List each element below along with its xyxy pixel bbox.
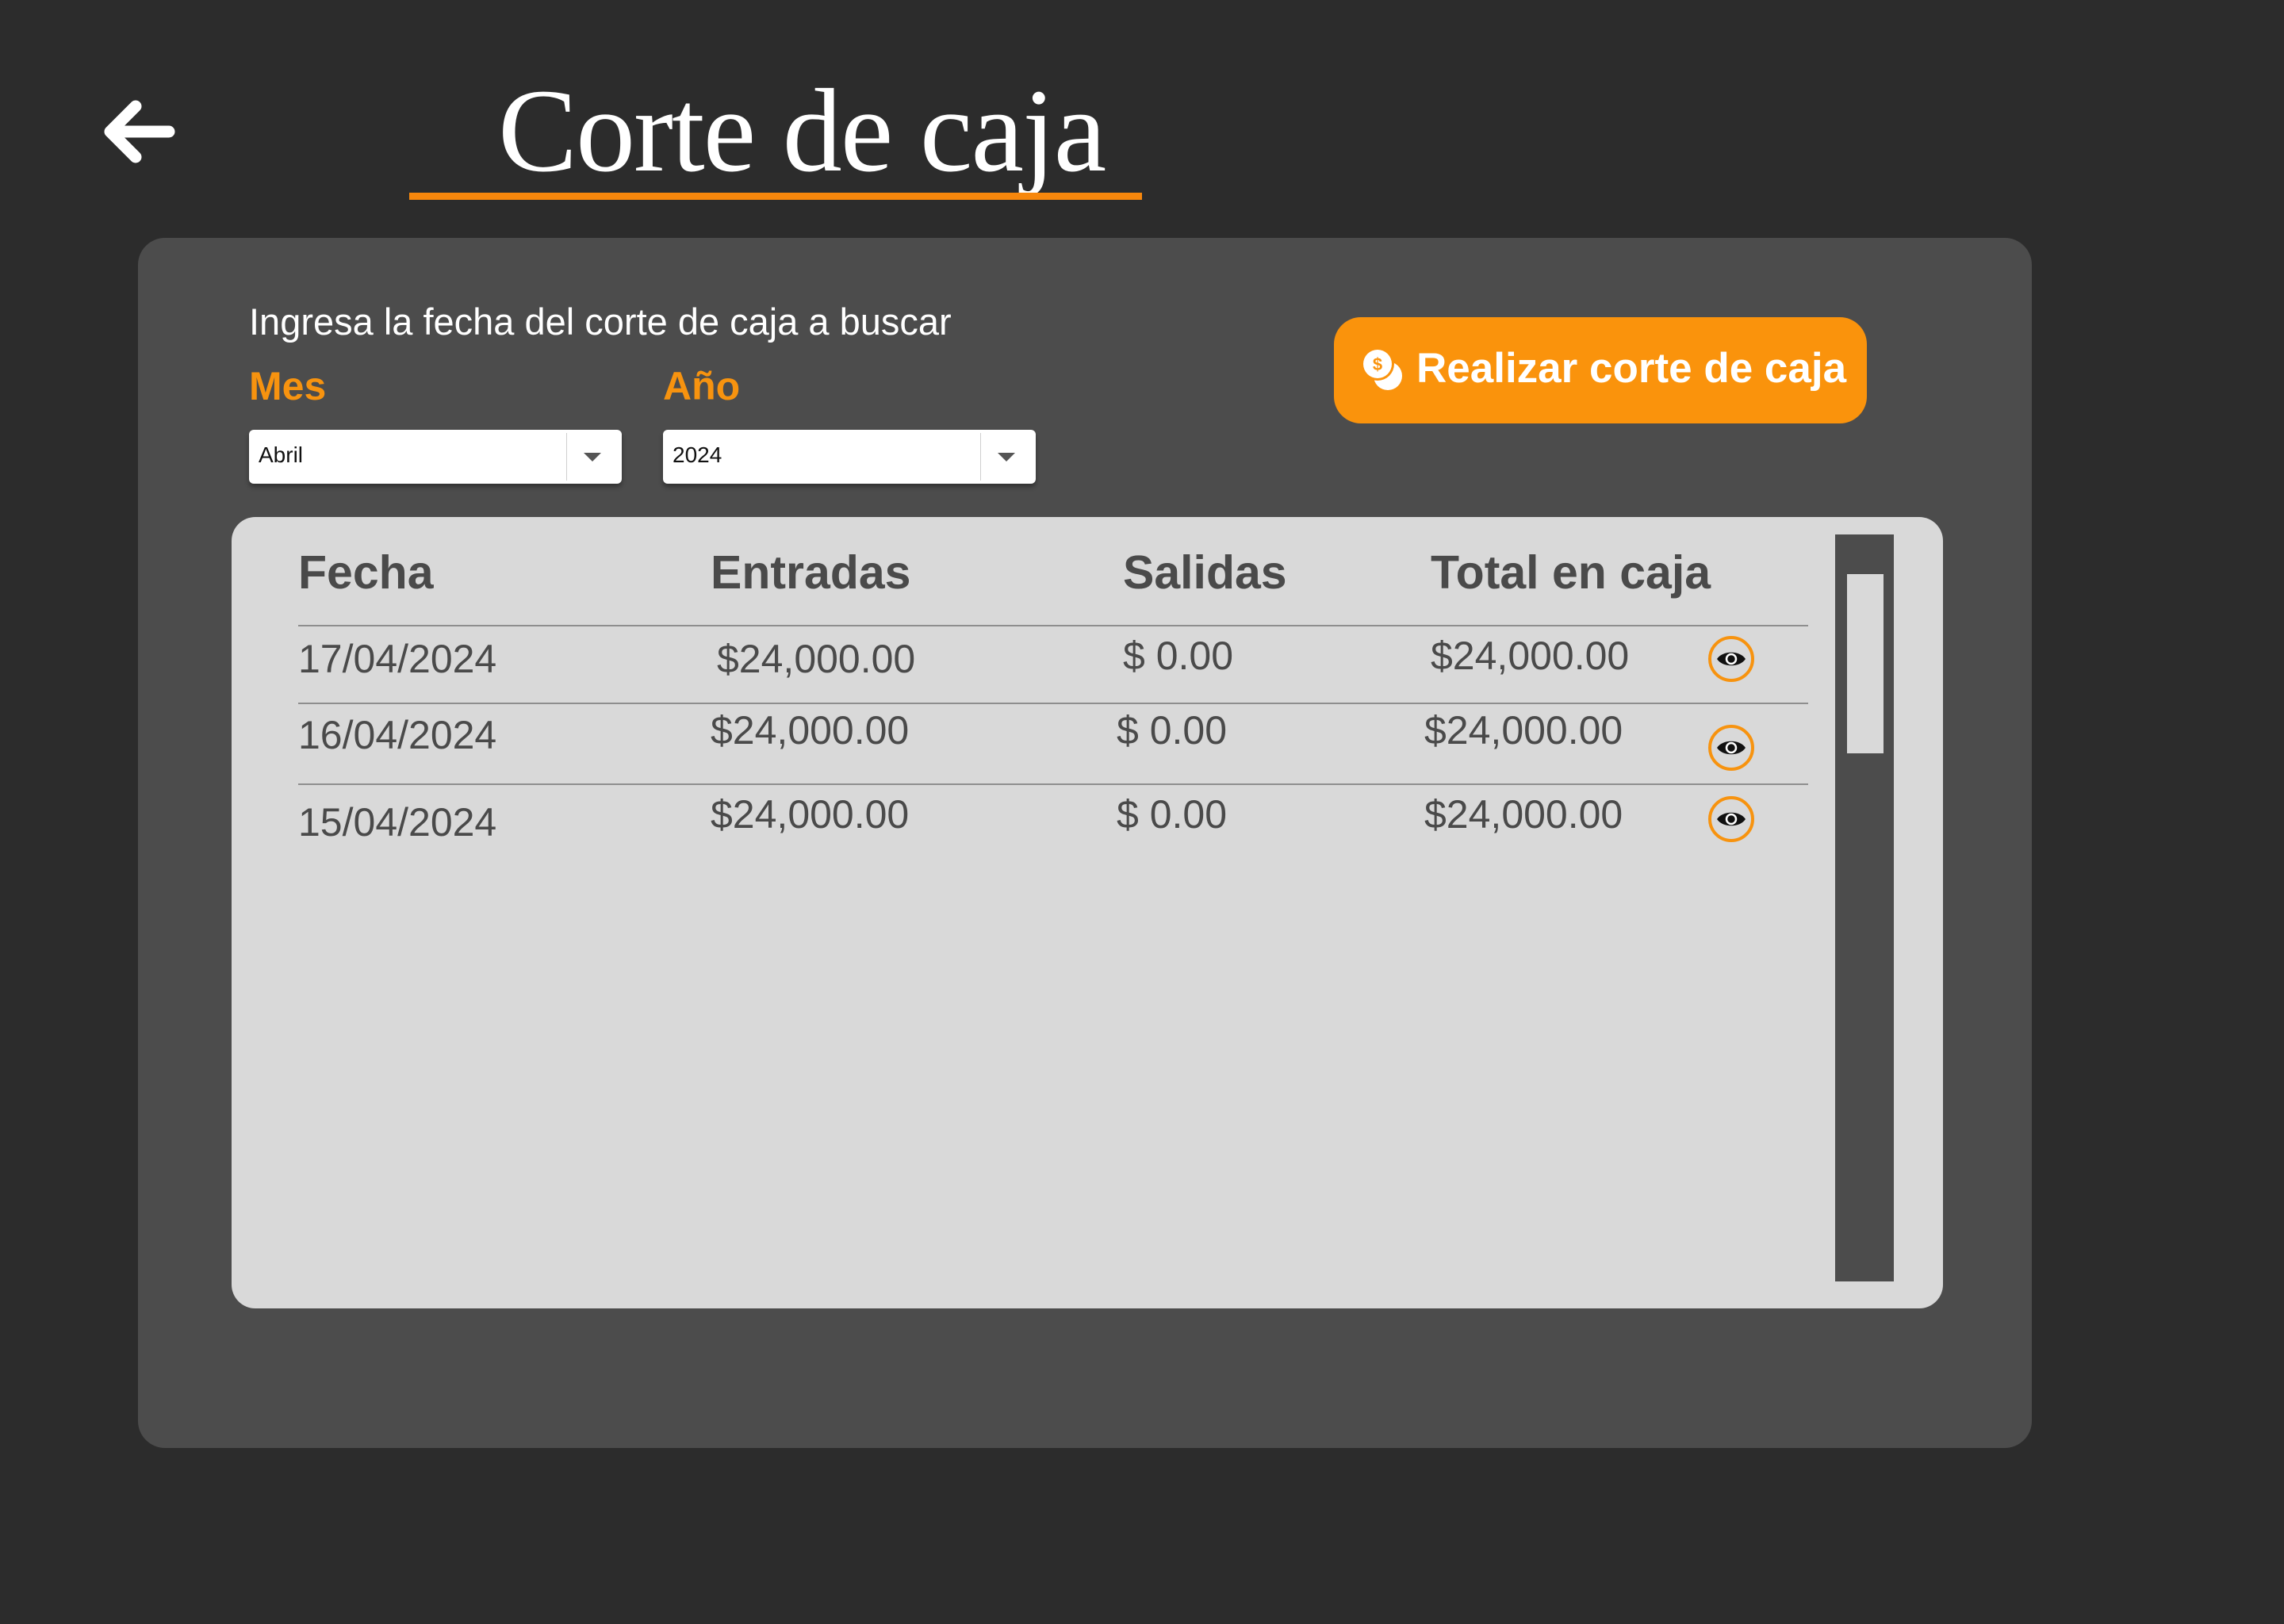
- year-select-value: 2024: [673, 442, 722, 467]
- month-label: Mes: [249, 364, 327, 408]
- select-divider: [980, 433, 981, 481]
- year-select[interactable]: 2024: [663, 430, 1036, 484]
- page-title: Corte de caja: [498, 65, 1106, 197]
- cell-total: $24,000.00: [1431, 634, 1630, 678]
- chevron-down-icon: [998, 453, 1015, 462]
- title-underline: [409, 193, 1142, 200]
- eye-icon: [1717, 812, 1746, 826]
- view-details-button[interactable]: [1708, 796, 1754, 842]
- scrollbar-thumb[interactable]: [1847, 574, 1884, 753]
- month-select[interactable]: Abril: [249, 430, 622, 484]
- column-header-entradas: Entradas: [711, 546, 911, 599]
- cell-total: $24,000.00: [1424, 708, 1623, 753]
- cell-entradas: $24,000.00: [711, 708, 910, 753]
- view-details-button[interactable]: [1708, 725, 1754, 771]
- perform-cash-cut-label: Realizar corte de caja: [1416, 345, 1847, 392]
- eye-icon: [1717, 741, 1746, 755]
- svg-text:$: $: [1373, 354, 1382, 374]
- cell-fecha: 17/04/2024: [298, 637, 497, 681]
- perform-cash-cut-button[interactable]: $ Realizar corte de caja: [1334, 317, 1867, 423]
- back-button[interactable]: [95, 92, 182, 171]
- cell-salidas: $ 0.00: [1117, 792, 1228, 837]
- cell-entradas: $24,000.00: [717, 637, 916, 681]
- column-header-fecha: Fecha: [298, 546, 434, 599]
- year-label: Año: [663, 364, 741, 408]
- cash-cut-panel: Ingresa la fecha del corte de caja a bus…: [138, 238, 2032, 1448]
- view-details-button[interactable]: [1708, 636, 1754, 682]
- table-scrollbar[interactable]: [1835, 534, 1894, 1281]
- row-divider: [298, 703, 1808, 704]
- column-header-salidas: Salidas: [1123, 546, 1287, 599]
- date-search-prompt: Ingresa la fecha del corte de caja a bus…: [249, 301, 952, 343]
- cell-fecha: 15/04/2024: [298, 800, 497, 845]
- cell-total: $24,000.00: [1424, 792, 1623, 837]
- arrow-left-icon: [104, 100, 175, 163]
- cell-entradas: $24,000.00: [711, 792, 910, 837]
- column-header-total: Total en caja: [1431, 546, 1711, 599]
- chevron-down-icon: [584, 453, 601, 462]
- cell-salidas: $ 0.00: [1123, 634, 1234, 678]
- cell-fecha: 16/04/2024: [298, 713, 497, 757]
- row-divider: [298, 625, 1808, 626]
- row-divider: [298, 783, 1808, 785]
- cash-cut-table: Fecha Entradas Salidas Total en caja 17/…: [232, 517, 1943, 1308]
- eye-icon: [1717, 652, 1746, 666]
- coins-icon: $: [1361, 347, 1402, 390]
- cell-salidas: $ 0.00: [1117, 708, 1228, 753]
- month-select-value: Abril: [259, 442, 304, 467]
- select-divider: [566, 433, 567, 481]
